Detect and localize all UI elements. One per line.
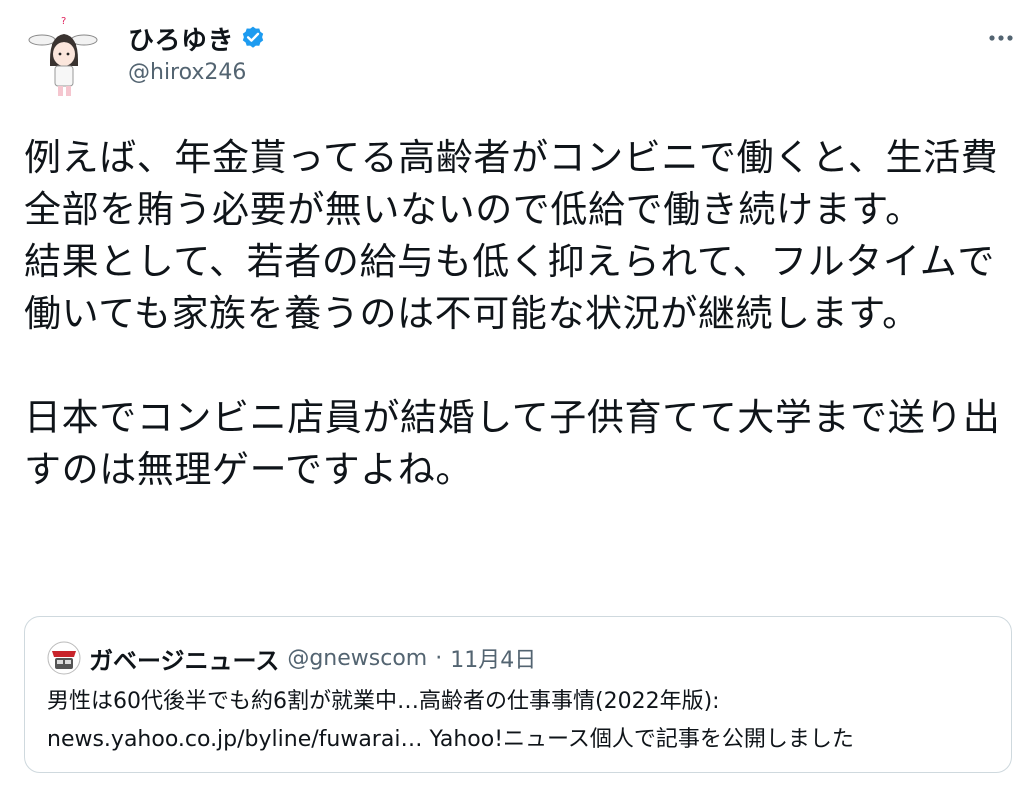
quoted-author-handle: @gnewscom xyxy=(287,645,428,671)
verified-badge-icon xyxy=(240,25,266,51)
more-options-button[interactable] xyxy=(983,22,1019,50)
quoted-tweet-card[interactable]: ガベージニュース @gnewscom · 11月4日 男性は60代後半でも約6割… xyxy=(24,616,1012,773)
more-horizontal-icon xyxy=(988,27,1014,46)
quoted-tweet-date: 11月4日 xyxy=(450,648,537,673)
svg-text:?: ? xyxy=(61,16,66,27)
quoted-author-avatar xyxy=(47,641,81,675)
quoted-tweet-text-line-1: 男性は60代後半でも約6割が就業中…高齢者の仕事事情(2022年版): xyxy=(47,689,720,714)
quoted-author-name: ガベージニュース xyxy=(89,646,280,675)
quoted-tweet-text-line-2: news.yahoo.co.jp/byline/fuwarai… Yahoo!ニ… xyxy=(47,727,854,752)
separator-dot: · xyxy=(435,645,443,671)
author-display-name[interactable]: ひろゆき xyxy=(128,20,234,57)
tweet-text: 例えば、年金貰ってる高齢者がコンビニで働くと、生活費全部を賄う必要が無いないので… xyxy=(24,136,1001,491)
author-avatar[interactable]: ? xyxy=(28,14,98,102)
author-handle[interactable]: @hirox246 xyxy=(128,60,246,85)
